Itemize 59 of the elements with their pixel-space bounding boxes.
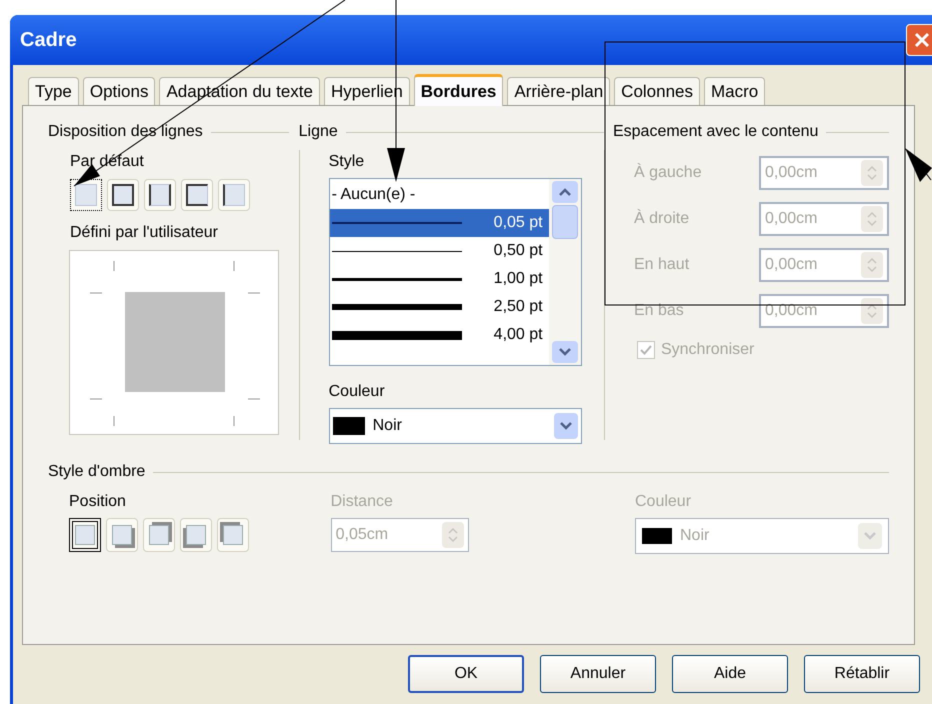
tab[interactable]: Colonnes [614, 77, 700, 105]
dialog-button[interactable]: Aide [672, 655, 788, 693]
dialog-button[interactable]: Rétablir [804, 655, 920, 693]
tab[interactable]: Macro [704, 77, 766, 105]
close-button[interactable] [906, 24, 932, 56]
line-style-option[interactable]: 0,50 pt [330, 237, 549, 265]
line-sample-icon [332, 330, 462, 340]
scroll-down-icon[interactable] [552, 341, 578, 363]
field-label: En haut [632, 255, 690, 275]
window-title: Cadre [20, 28, 77, 53]
group-title: Espacement avec le contenu [612, 122, 818, 142]
dialog-button[interactable]: OK [408, 655, 524, 693]
line-style-option[interactable]: 0,05 pt [330, 209, 549, 237]
border-preset-button[interactable] [70, 179, 102, 211]
tab[interactable]: Arrière-plan [507, 77, 610, 105]
field-label: À gauche [632, 162, 703, 183]
group-title: Style d'ombre [48, 462, 146, 482]
border-preset-icon [186, 184, 208, 206]
dropdown-caret-icon[interactable] [554, 413, 578, 439]
line-sample-icon [332, 304, 462, 310]
field-label: Distance [330, 492, 394, 512]
shadow-preset-icon [75, 525, 95, 545]
line-style-option[interactable]: 1,00 pt [330, 265, 549, 293]
line-sample-icon [332, 250, 462, 252]
field-label: Couleur [328, 382, 386, 402]
line-style-option[interactable]: 4,00 pt [330, 321, 549, 349]
field-label: Position [69, 492, 127, 512]
border-preset-icon [75, 184, 97, 206]
shadow-preset-icon [223, 525, 243, 545]
field-label: Style [328, 152, 366, 172]
dialog-button[interactable]: Annuler [540, 655, 656, 693]
line-style-list[interactable]: - Aucun(e) - 0,05 pt 0,50 pt 1,00 pt 2,50 pt 4,00 pt [328, 178, 582, 366]
border-preview[interactable] [69, 250, 279, 435]
scroll-thumb[interactable] [552, 205, 578, 239]
group-title: Ligne [298, 122, 338, 142]
tab[interactable]: Options [82, 77, 156, 105]
close-icon [914, 32, 930, 48]
shadow-preset-icon [149, 525, 169, 545]
scrollbar[interactable] [548, 179, 581, 365]
shadow-preset-icon [186, 525, 206, 545]
annotation-arrow [905, 148, 932, 182]
line-sample-icon [332, 222, 462, 224]
field-label: Couleur [635, 492, 692, 512]
tab[interactable]: Bordures [414, 74, 504, 106]
field-label: Défini par l'utilisateur [70, 223, 220, 243]
field-label: À droite [632, 208, 690, 229]
color-select[interactable]: Noir [328, 408, 582, 444]
line-style-option[interactable]: 2,50 pt [330, 293, 549, 321]
scroll-up-icon[interactable] [552, 181, 578, 203]
shadow-preset-button[interactable] [69, 518, 101, 552]
tab[interactable]: Type [28, 77, 79, 105]
line-style-option[interactable]: - Aucun(e) - [330, 181, 549, 209]
group-title: Disposition des lignes [48, 122, 203, 142]
shadow-preset-icon [112, 525, 132, 545]
border-preset-icon [223, 184, 245, 206]
border-preset-icon [112, 184, 134, 206]
border-preset-icon [149, 184, 171, 206]
line-sample-icon [332, 278, 462, 280]
checkbox-label: Synchroniser [660, 340, 754, 360]
